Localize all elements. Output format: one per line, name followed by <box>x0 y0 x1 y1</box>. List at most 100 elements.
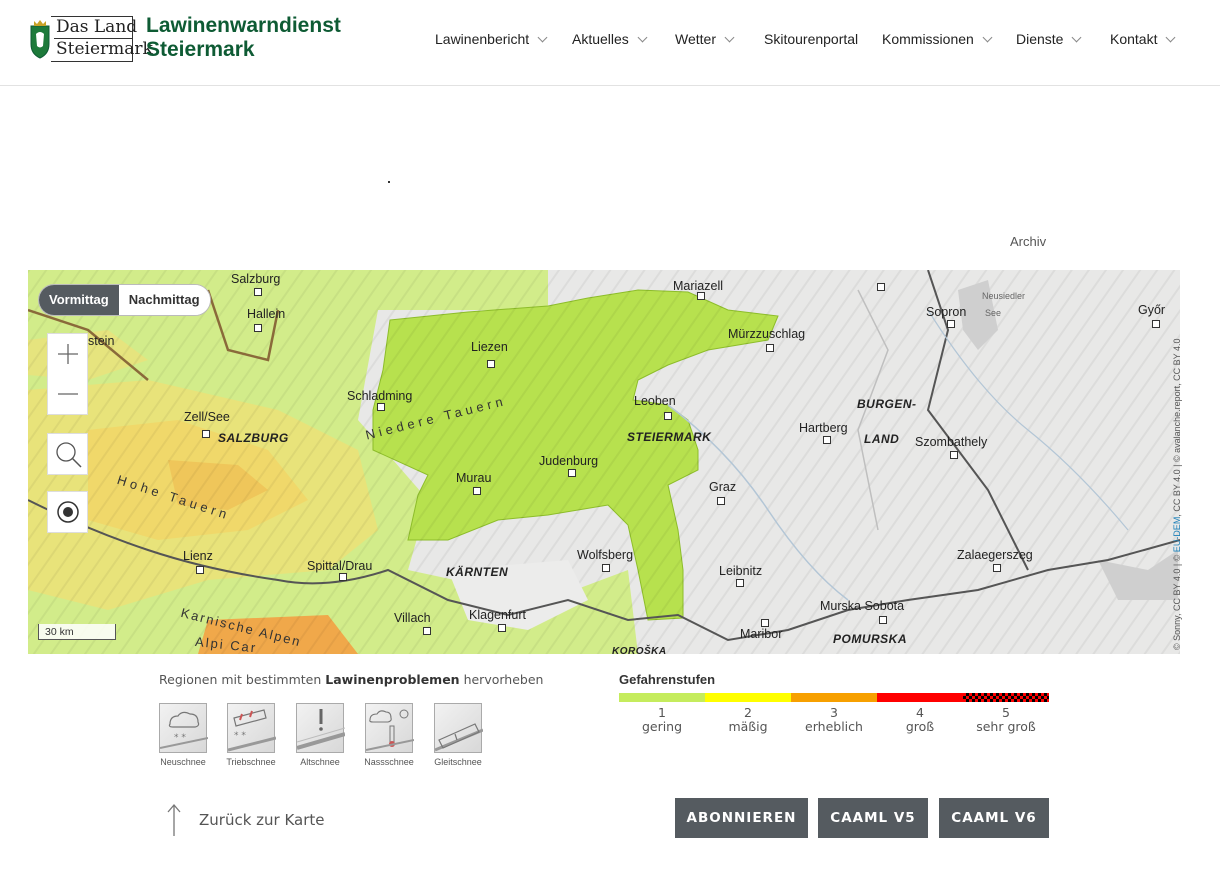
region-label-pomurska: POMURSKA <box>833 632 908 646</box>
plus-icon <box>58 344 78 364</box>
city-marker <box>568 469 576 477</box>
wet-snow-icon <box>365 703 415 753</box>
danger-number: 1 <box>658 705 666 720</box>
nav-label: Skitourenportal <box>764 31 859 47</box>
problem-filter-gliding-snow[interactable]: Gleitschnee <box>434 703 484 767</box>
nav-item-aktuelles[interactable]: Aktuelles <box>572 30 648 48</box>
svg-text:* *: * * <box>174 733 186 743</box>
locate-control <box>47 491 88 533</box>
region-label-salzburg: SALZBURG <box>218 431 289 445</box>
attribution-link[interactable]: EU-DEM <box>1172 517 1182 553</box>
city-label-mariazell: Mariazell <box>673 279 724 293</box>
city-label-schladming: Schladming <box>347 389 413 403</box>
city-label-sopron: Sopron <box>926 305 967 319</box>
danger-scale-title: Gefahrenstufen <box>619 672 716 687</box>
wind-slab-icon: * * <box>227 703 277 753</box>
back-to-map-link[interactable]: Zurück zur Karte <box>199 811 325 829</box>
caaml-v5-button[interactable]: CAAML V5 <box>818 798 928 838</box>
problems-title-suffix: hervorheben <box>459 672 544 687</box>
city-marker <box>947 320 955 328</box>
chevron-down-icon <box>1072 32 1082 42</box>
city-label-hallein: Hallein <box>247 307 286 321</box>
nav-label: Aktuelles <box>572 31 629 47</box>
city-marker <box>761 619 769 627</box>
toggle-morning[interactable]: Vormittag <box>39 285 119 315</box>
caaml-v6-button[interactable]: CAAML V6 <box>939 798 1049 838</box>
logo-text-line1[interactable]: Das Land <box>56 17 137 37</box>
search-icon <box>56 442 82 468</box>
city-marker <box>1152 320 1160 328</box>
city-marker <box>202 430 210 438</box>
problem-filter-wind-slab[interactable]: * * Triebschnee <box>226 703 277 767</box>
region-label-burgenland-2: LAND <box>864 432 900 446</box>
city-marker <box>254 288 262 296</box>
danger-number: 4 <box>916 705 924 720</box>
site-title[interactable]: Lawinenwarndienst Steiermark <box>146 14 341 62</box>
minus-icon <box>58 393 78 395</box>
city-label-szombathely: Szombathely <box>915 435 988 449</box>
danger-level-4: 4 groß <box>877 706 963 734</box>
problem-filter-persistent-weak-layer[interactable]: Altschnee <box>296 703 346 767</box>
city-marker <box>196 566 204 574</box>
danger-level-2: 2 mäßig <box>705 706 791 734</box>
problems-title: Regionen mit bestimmten Lawinenproblemen… <box>159 672 543 687</box>
nav-item-skitourenportal[interactable]: Skitourenportal <box>764 30 858 48</box>
subscribe-button[interactable]: ABONNIEREN <box>675 798 808 838</box>
chevron-down-icon <box>1166 32 1176 42</box>
city-label-leoben: Leoben <box>634 394 676 408</box>
time-toggle: Vormittag Nachmittag <box>38 284 211 316</box>
city-label-villach: Villach <box>394 611 431 625</box>
map-terrain <box>28 270 1180 654</box>
site-title-line1: Lawinenwarndienst <box>146 14 341 37</box>
zoom-out-button[interactable] <box>48 374 88 414</box>
city-marker <box>339 573 347 581</box>
city-marker <box>602 564 610 572</box>
avalanche-map[interactable]: Salzburg Hallein stein Zell/See Schladmi… <box>28 270 1180 654</box>
site-header: Das Land Steiermark Lawinenwarndienst St… <box>0 0 1220 86</box>
attribution-text-1: © Sonny, CC BY 4.0 | © <box>1172 552 1182 650</box>
zoom-in-button[interactable] <box>48 334 88 374</box>
locate-button[interactable] <box>48 492 88 532</box>
danger-label: mäßig <box>728 719 768 734</box>
map-attribution: © Sonny, CC BY 4.0 | © EU-DEM, CC BY 4.0… <box>1172 338 1182 650</box>
danger-level-1: 1 gering <box>619 706 705 734</box>
problem-label: Neuschnee <box>160 757 206 767</box>
city-marker <box>950 451 958 459</box>
city-label-judenburg: Judenburg <box>539 454 599 468</box>
nav-item-dienste[interactable]: Dienste <box>1016 30 1082 48</box>
danger-bar-5 <box>963 693 1049 702</box>
danger-label: sehr groß <box>976 719 1036 734</box>
crest-icon <box>30 20 50 59</box>
nav-item-kontakt[interactable]: Kontakt <box>1110 30 1176 48</box>
problem-filter-wet-snow[interactable]: Nassschnee <box>364 703 415 767</box>
map-scale: 30 km <box>38 624 116 640</box>
region-label-kaernten: KÄRNTEN <box>446 565 509 579</box>
city-marker <box>423 627 431 635</box>
danger-label: groß <box>905 719 935 734</box>
toggle-afternoon[interactable]: Nachmittag <box>118 285 210 315</box>
city-marker <box>664 412 672 420</box>
nav-item-kommissionen[interactable]: Kommissionen <box>882 30 993 48</box>
logo-text-line2[interactable]: Steiermark <box>56 39 153 59</box>
city-label-stein: stein <box>88 334 115 348</box>
chevron-down-icon <box>982 32 993 42</box>
gliding-snow-icon <box>434 703 484 753</box>
persistent-weak-layer-icon <box>296 703 346 753</box>
chevron-down-icon <box>724 32 735 42</box>
problem-filter-new-snow[interactable]: * * Neuschnee <box>159 703 209 767</box>
nav-label: Kommissionen <box>882 31 974 47</box>
city-label-murska-sobota: Murska Sobota <box>820 599 905 613</box>
city-marker <box>736 579 744 587</box>
city-label-salzburg: Salzburg <box>231 272 281 286</box>
region-label-burgenland-1: BURGEN- <box>857 397 917 411</box>
nav-item-wetter[interactable]: Wetter <box>675 30 735 48</box>
city-marker <box>473 487 481 495</box>
danger-number: 3 <box>830 705 838 720</box>
search-button[interactable] <box>48 434 88 474</box>
archive-link[interactable]: Archiv <box>1010 234 1046 249</box>
city-marker <box>993 564 1001 572</box>
city-label-hartberg: Hartberg <box>799 421 848 435</box>
city-label-maribor: Maribor <box>740 627 783 641</box>
arrow-up-icon[interactable] <box>167 803 181 837</box>
nav-item-lawinenbericht[interactable]: Lawinenbericht <box>435 30 548 48</box>
